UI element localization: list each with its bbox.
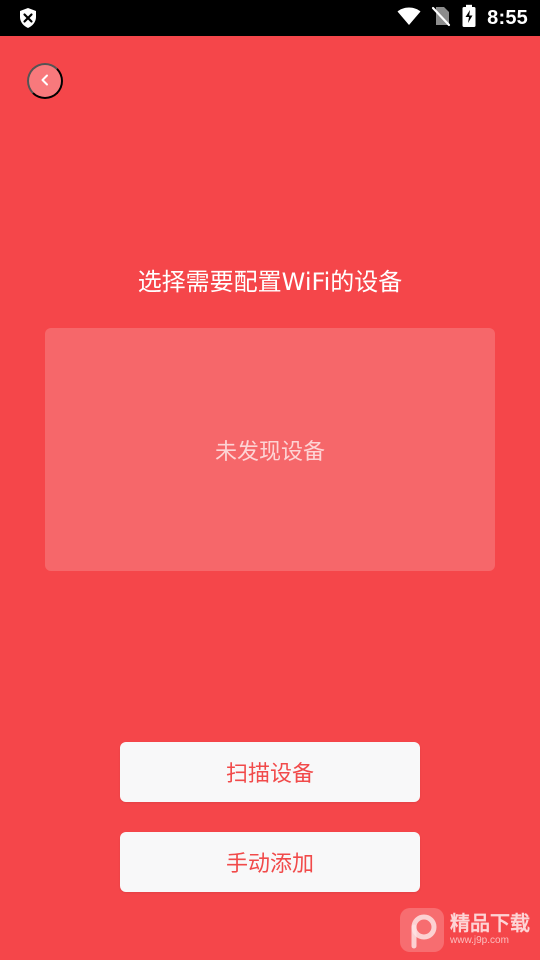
device-list-panel: 未发现设备 xyxy=(45,328,495,571)
status-right: 8:55 xyxy=(397,0,528,36)
back-button[interactable] xyxy=(27,63,63,99)
manual-add-button[interactable]: 手动添加 xyxy=(120,832,420,892)
chevron-left-icon xyxy=(37,72,53,91)
watermark-sub-text: www.j9p.com xyxy=(450,935,509,946)
scan-devices-button[interactable]: 扫描设备 xyxy=(120,742,420,802)
shield-x-icon xyxy=(16,6,40,30)
page-title: 选择需要配置WiFi的设备 xyxy=(137,268,403,296)
empty-state-text: 未发现设备 xyxy=(214,439,325,465)
watermark-text: 精品下载 www.j9p.com xyxy=(450,914,530,946)
no-sim-icon xyxy=(431,5,451,31)
battery-charging-icon xyxy=(461,4,477,32)
status-time: 8:55 xyxy=(487,6,528,29)
watermark-logo-icon xyxy=(400,908,444,952)
app-screen: 8:55 选择需要配置WiFi的设备 未发现设备 扫描设备 手动添加 精品下载 … xyxy=(0,0,540,960)
watermark: 精品下载 www.j9p.com xyxy=(400,908,530,952)
wifi-icon xyxy=(397,6,421,30)
watermark-main-text: 精品下载 xyxy=(450,913,530,935)
status-bar: 8:55 xyxy=(0,0,540,36)
